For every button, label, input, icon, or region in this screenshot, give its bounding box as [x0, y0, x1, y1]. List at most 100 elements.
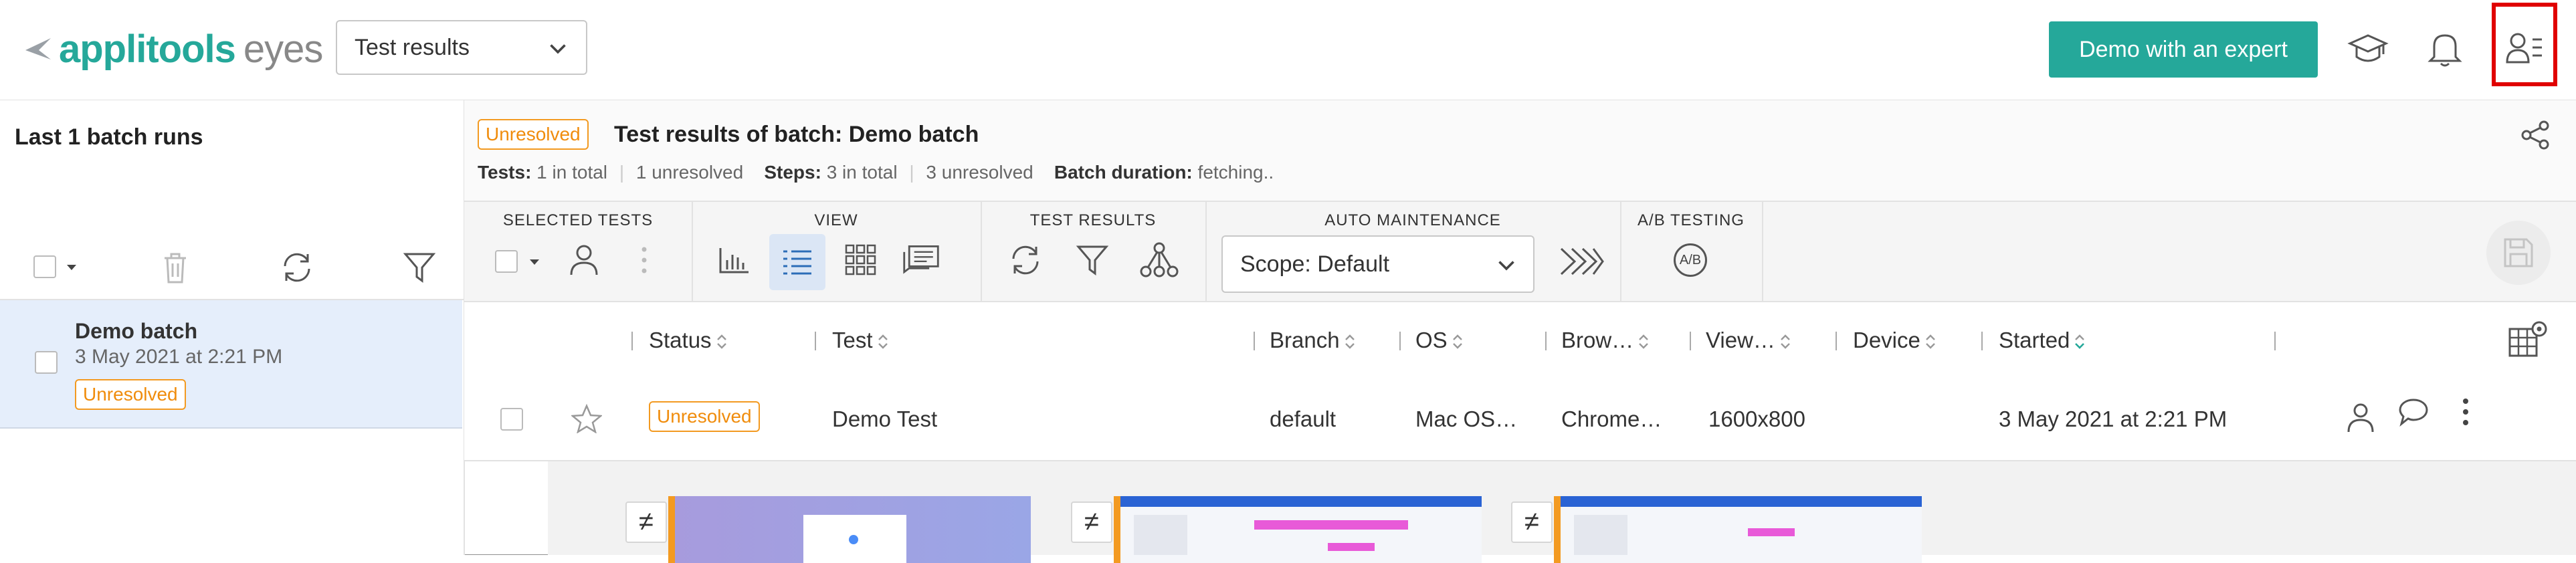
bell-icon[interactable] — [2421, 25, 2468, 72]
view-group: VIEW — [692, 202, 982, 301]
batch-date: 3 May 2021 at 2:21 PM — [75, 346, 283, 368]
trash-icon[interactable] — [161, 251, 190, 285]
diff-icon[interactable]: ≠ — [1071, 501, 1112, 543]
screenshot-navbar — [1561, 496, 1922, 507]
row-more-icon[interactable] — [2462, 397, 2470, 427]
view-select[interactable]: Test results — [336, 20, 587, 75]
sort-icon — [716, 334, 726, 349]
results-toolbar: SELECTED TESTS VIEW TEST RESULTS AUTO MA… — [464, 202, 2576, 302]
column-viewport[interactable]: View… — [1706, 328, 1791, 353]
screenshot-navbar — [1120, 496, 1482, 507]
ab-test-icon[interactable]: A/B — [1671, 241, 1710, 279]
list-view-icon[interactable] — [769, 234, 825, 290]
column-os[interactable]: OS — [1415, 328, 1464, 353]
row-checkbox[interactable] — [500, 408, 523, 431]
sort-icon — [1345, 334, 1355, 349]
batch-header-status-badge: Unresolved — [478, 119, 589, 150]
column-branch-label: Branch — [1270, 328, 1340, 352]
diff-icon[interactable]: ≠ — [625, 501, 667, 543]
batch-header-title: Test results of batch: Demo batch — [614, 122, 979, 147]
row-test-name[interactable]: Demo Test — [832, 407, 937, 432]
ab-testing-group: A/B TESTING A/B — [1620, 202, 1763, 301]
save-icon — [2504, 238, 2533, 267]
batch-details-panel: Unresolved Test results of batch: Demo b… — [464, 100, 2576, 563]
comments-view-icon[interactable] — [902, 241, 940, 279]
graduation-cap-icon[interactable] — [2345, 25, 2391, 72]
column-browser-label: Brow… — [1561, 328, 1634, 352]
step-thumbnail[interactable] — [1114, 496, 1482, 563]
tests-label: Tests: — [478, 162, 532, 183]
column-device[interactable]: Device — [1853, 328, 1937, 353]
test-results-group: TEST RESULTS — [981, 202, 1207, 301]
column-divider — [1836, 332, 1837, 350]
scope-select[interactable]: Scope: Default — [1221, 235, 1534, 293]
selected-tests-group: SELECTED TESTS — [464, 202, 693, 301]
apply-maintenance-icon[interactable] — [1557, 242, 1607, 281]
share-icon[interactable] — [2521, 120, 2551, 150]
bar-chart-view-icon[interactable] — [714, 241, 753, 279]
unresolved-marker — [668, 496, 675, 563]
steps-unresolved: 3 unresolved — [926, 162, 1033, 183]
column-divider — [1981, 332, 1983, 350]
table-settings-icon[interactable] — [2507, 320, 2549, 358]
selected-tests-label: SELECTED TESTS — [502, 211, 654, 229]
test-results-label: TEST RESULTS — [1029, 211, 1157, 229]
star-icon[interactable] — [571, 404, 602, 433]
assign-user-icon[interactable] — [565, 241, 603, 279]
tests-unresolved: 1 unresolved — [635, 162, 744, 183]
sort-icon — [1926, 334, 1935, 349]
batch-list-item[interactable]: Demo batch 3 May 2021 at 2:21 PM Unresol… — [0, 300, 462, 429]
diff-icon[interactable]: ≠ — [1511, 501, 1553, 543]
screenshot-diff-highlight — [1328, 543, 1375, 551]
batch-list-panel: Last 1 batch runs Demo batch 3 May 2021 … — [0, 100, 465, 555]
select-tests-checkbox[interactable] — [495, 250, 518, 273]
column-viewport-label: View… — [1706, 328, 1775, 352]
batch-list-title: Last 1 batch runs — [15, 124, 203, 150]
select-menu-caret-icon[interactable] — [66, 263, 78, 271]
column-branch[interactable]: Branch — [1270, 328, 1356, 353]
step-thumbnail[interactable] — [1554, 496, 1922, 563]
row-branch: default — [1270, 407, 1336, 431]
auto-maintenance-group: AUTO MAINTENANCE Scope: Default — [1205, 202, 1621, 301]
row-browser: Chrome… — [1561, 407, 1662, 431]
column-divider — [1254, 332, 1255, 350]
filter-results-icon[interactable] — [1073, 241, 1112, 279]
column-test-label: Test — [832, 328, 873, 352]
screenshot-sidebar — [1134, 515, 1187, 555]
refresh-results-icon[interactable] — [1006, 241, 1045, 279]
group-by-icon[interactable] — [1140, 241, 1179, 279]
grid-view-icon[interactable] — [841, 241, 880, 279]
step-thumbnail[interactable] — [668, 496, 1031, 563]
brand-name: applitools — [59, 27, 236, 71]
steps-label: Steps: — [764, 162, 821, 183]
screenshot-diff-highlight — [1254, 520, 1408, 530]
table-row[interactable]: Unresolved Demo Test default Mac OS… Chr… — [464, 377, 2576, 461]
column-divider — [1690, 332, 1691, 350]
view-label: VIEW — [814, 211, 858, 229]
column-started[interactable]: Started — [1999, 328, 2086, 353]
filter-icon[interactable] — [403, 251, 436, 284]
sort-icon — [1781, 334, 1790, 349]
sort-descending-icon — [2075, 334, 2085, 350]
select-menu-caret-icon[interactable] — [528, 258, 540, 266]
column-browser[interactable]: Brow… — [1561, 328, 1650, 353]
stat-separator: | — [619, 162, 625, 183]
column-test[interactable]: Test — [832, 328, 889, 353]
select-all-checkbox[interactable] — [33, 255, 56, 278]
row-status-badge: Unresolved — [649, 401, 760, 432]
applitools-logo[interactable]: applitools eyes — [24, 25, 323, 72]
batch-checkbox[interactable] — [35, 351, 58, 374]
column-divider — [631, 332, 633, 350]
sort-icon — [1452, 334, 1462, 349]
demo-with-expert-button[interactable]: Demo with an expert — [2049, 21, 2318, 78]
refresh-icon[interactable] — [280, 250, 314, 285]
batch-stats: Tests: 1 in total | 1 unresolved Steps: … — [478, 162, 1274, 183]
column-status-label: Status — [649, 328, 712, 352]
steps-total: 3 in total — [826, 162, 898, 183]
save-button[interactable] — [2486, 221, 2551, 285]
assign-user-icon[interactable] — [2345, 401, 2376, 435]
comment-icon[interactable] — [2397, 397, 2430, 427]
column-divider — [1545, 332, 1547, 350]
column-status[interactable]: Status — [649, 328, 728, 353]
more-options-icon[interactable] — [625, 241, 664, 279]
